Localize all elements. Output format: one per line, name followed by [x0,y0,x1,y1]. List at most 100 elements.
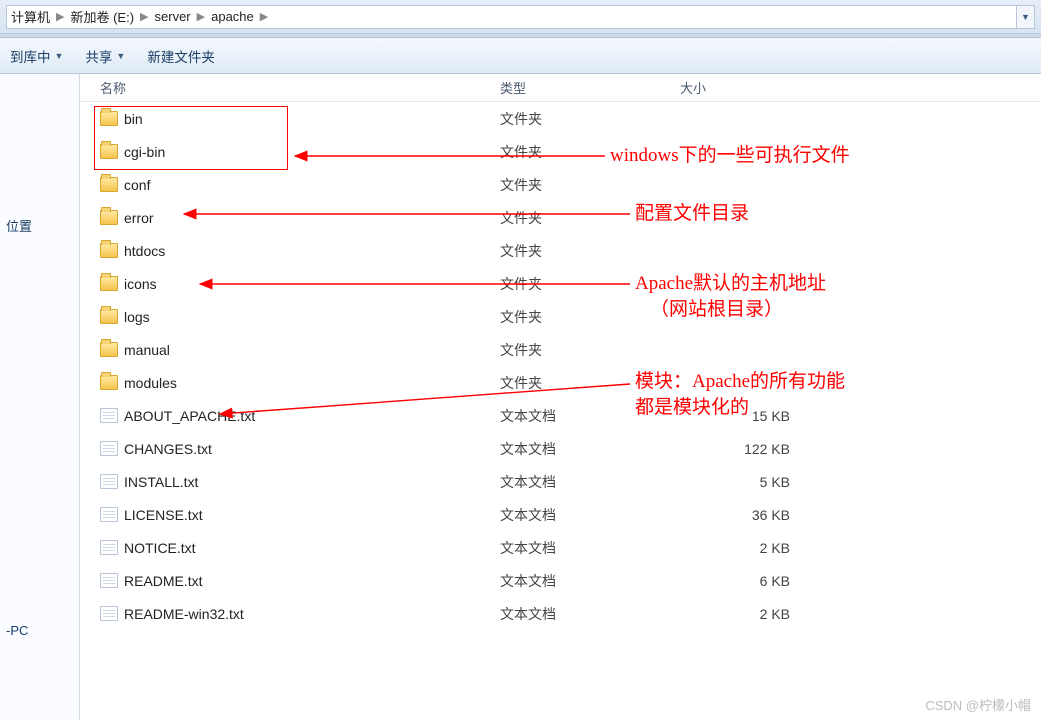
folder-icon [100,276,118,291]
include-in-library-button[interactable]: 到库中 ▼ [10,46,63,66]
file-name: conf [124,177,150,193]
file-row[interactable]: cgi-bin 文件夹 [80,135,1041,168]
file-name: logs [124,309,150,325]
new-folder-button[interactable]: 新建文件夹 [147,46,215,66]
file-name-cell: cgi-bin [100,144,500,160]
folder-icon [100,144,118,159]
file-name-cell: INSTALL.txt [100,474,500,490]
file-row[interactable]: conf 文件夹 [80,168,1041,201]
file-row[interactable]: ABOUT_APACHE.txt 文本文档15 KB [80,399,1041,432]
file-icon [100,573,118,588]
chevron-down-icon: ▼ [55,51,64,61]
file-name-cell: NOTICE.txt [100,540,500,556]
file-type-cell: 文件夹 [500,340,680,360]
file-row[interactable]: INSTALL.txt 文本文档5 KB [80,465,1041,498]
address-dropdown[interactable]: ▼ [1017,5,1035,29]
file-row[interactable]: bin 文件夹 [80,102,1041,135]
folder-icon [100,342,118,357]
toolbar-label: 共享 [85,46,112,66]
file-row[interactable]: modules文件夹 [80,366,1041,399]
file-icon [100,441,118,456]
file-type-cell: 文件夹 [500,274,680,294]
file-type-cell: 文本文档 [500,439,680,459]
file-row[interactable]: CHANGES.txt 文本文档122 KB [80,432,1041,465]
file-name: CHANGES.txt [124,441,212,457]
file-name: htdocs [124,243,165,259]
main-area: 位置 -PC 名称 类型 大小 bin文件夹cgi-bin文件夹conf文件夹e… [0,74,1041,720]
file-row[interactable]: htdocs文件夹 [80,234,1041,267]
sidebar-item-recent-places[interactable]: 位置 [6,212,73,239]
file-type-cell: 文件夹 [500,142,680,162]
file-row[interactable]: README-win32.txt文本文档2 KB [80,597,1041,630]
file-icon [100,540,118,555]
file-row[interactable]: manual文件夹 [80,333,1041,366]
crumb-computer[interactable]: 计算机 [11,7,50,26]
file-type-cell: 文本文档 [500,604,680,624]
file-name: LICENSE.txt [124,507,203,523]
column-headers: 名称 类型 大小 [80,74,1041,102]
chevron-right-icon[interactable]: ▶ [260,10,268,23]
chevron-right-icon[interactable]: ▶ [56,10,64,23]
chevron-right-icon[interactable]: ▶ [140,10,148,23]
toolbar: 到库中 ▼ 共享 ▼ 新建文件夹 [0,38,1041,74]
file-name: ABOUT_APACHE.txt [124,408,255,424]
file-type-cell: 文本文档 [500,538,680,558]
crumb-server[interactable]: server [155,9,191,24]
file-size-cell: 6 KB [680,573,820,589]
file-name-cell: bin [100,111,500,127]
file-name: icons [124,276,157,292]
file-name-cell: modules [100,375,500,391]
file-name-cell: conf [100,177,500,193]
file-type-cell: 文本文档 [500,505,680,525]
column-header-size[interactable]: 大小 [680,78,820,97]
file-name-cell: CHANGES.txt [100,441,500,457]
file-name-cell: logs [100,309,500,325]
folder-icon [100,111,118,126]
file-row[interactable]: logs 文件夹 [80,300,1041,333]
file-size-cell: 5 KB [680,474,820,490]
file-name: INSTALL.txt [124,474,198,490]
file-type-cell: 文本文档 [500,472,680,492]
file-name: bin [124,111,143,127]
file-type-cell: 文件夹 [500,208,680,228]
file-name: cgi-bin [124,144,165,160]
crumb-apache[interactable]: apache [211,9,254,24]
file-name: README.txt [124,573,203,589]
column-header-name[interactable]: 名称 [100,78,500,97]
file-name-cell: LICENSE.txt [100,507,500,523]
file-icon [100,507,118,522]
folder-icon [100,375,118,390]
file-type-cell: 文件夹 [500,307,680,327]
file-type-cell: 文本文档 [500,406,680,426]
crumb-volume[interactable]: 新加卷 (E:) [70,7,134,26]
share-button[interactable]: 共享 ▼ [85,46,125,66]
file-name-cell: README.txt [100,573,500,589]
chevron-right-icon[interactable]: ▶ [197,10,205,23]
file-type-cell: 文件夹 [500,109,680,129]
file-row[interactable]: NOTICE.txt文本文档2 KB [80,531,1041,564]
column-header-type[interactable]: 类型 [500,78,680,97]
breadcrumb[interactable]: 计算机 ▶ 新加卷 (E:) ▶ server ▶ apache ▶ [6,5,1017,29]
toolbar-label: 到库中 [10,46,51,66]
file-size-cell: 122 KB [680,441,820,457]
address-bar: 计算机 ▶ 新加卷 (E:) ▶ server ▶ apache ▶ ▼ [0,0,1041,34]
file-size-cell: 15 KB [680,408,820,424]
file-row[interactable]: error文件夹 [80,201,1041,234]
sidebar-item-pc[interactable]: -PC [6,619,73,642]
file-type-cell: 文件夹 [500,175,680,195]
file-row[interactable]: icons 文件夹 [80,267,1041,300]
file-size-cell: 2 KB [680,540,820,556]
file-name-cell: ABOUT_APACHE.txt [100,408,500,424]
sidebar: 位置 -PC [0,74,80,720]
file-name-cell: README-win32.txt [100,606,500,622]
file-name-cell: htdocs [100,243,500,259]
content-pane: 名称 类型 大小 bin文件夹cgi-bin文件夹conf文件夹error文件夹… [80,74,1041,720]
chevron-down-icon: ▼ [1021,12,1030,22]
toolbar-label: 新建文件夹 [147,46,215,66]
file-row[interactable]: LICENSE.txt文本文档36 KB [80,498,1041,531]
file-name-cell: manual [100,342,500,358]
folder-icon [100,210,118,225]
file-row[interactable]: README.txt文本文档6 KB [80,564,1041,597]
file-type-cell: 文件夹 [500,373,680,393]
folder-icon [100,243,118,258]
